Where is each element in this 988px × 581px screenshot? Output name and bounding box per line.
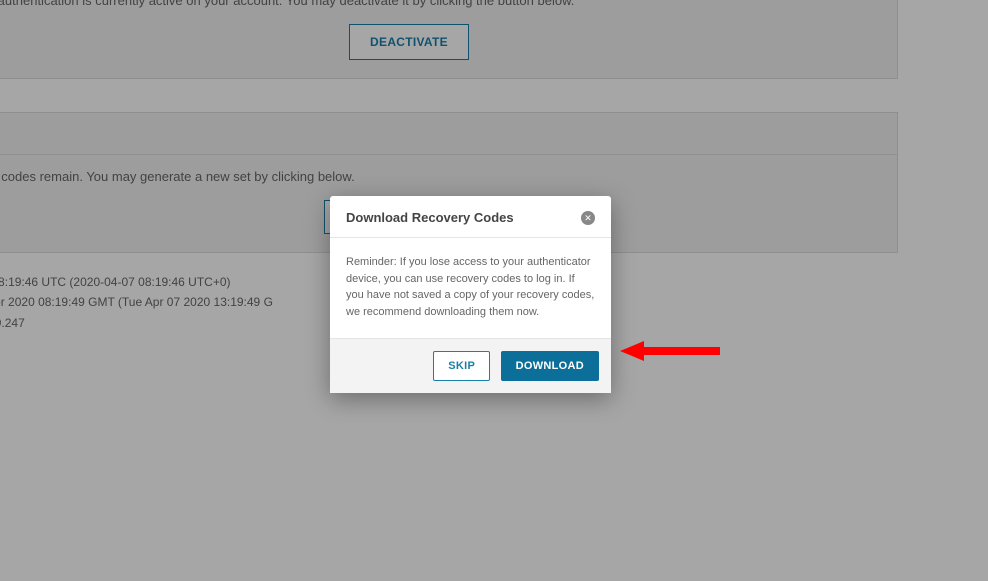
modal-body-text: Reminder: If you lose access to your aut… [330,238,611,338]
download-button[interactable]: DOWNLOAD [501,351,599,381]
modal-header: Download Recovery Codes ✕ [330,196,611,238]
download-recovery-codes-modal: Download Recovery Codes ✕ Reminder: If y… [330,196,611,393]
skip-button[interactable]: SKIP [433,351,490,381]
modal-footer: SKIP DOWNLOAD [330,338,611,393]
close-icon[interactable]: ✕ [581,211,595,225]
modal-title: Download Recovery Codes [346,210,514,225]
